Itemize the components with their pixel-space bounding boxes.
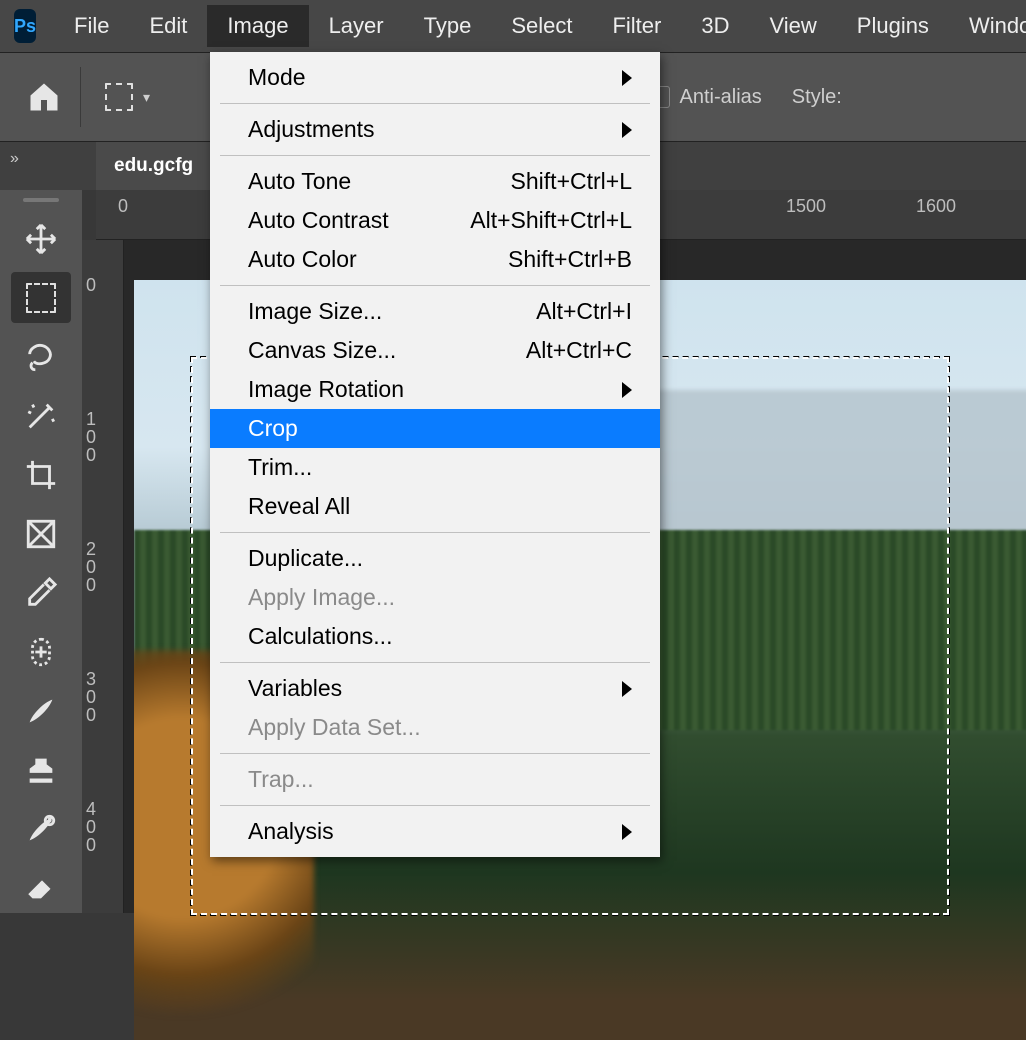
submenu-arrow-icon <box>622 70 632 86</box>
menu-crop[interactable]: Crop <box>210 409 660 448</box>
menu-3d[interactable]: 3D <box>681 5 749 47</box>
menu-view[interactable]: View <box>749 5 836 47</box>
ruler-h-tick: 0 <box>118 196 128 217</box>
magic-wand-tool[interactable] <box>11 390 71 441</box>
document-tab-label: edu.gcfg <box>114 155 193 177</box>
menu-trap: Trap... <box>210 760 660 799</box>
menu-separator <box>220 155 650 156</box>
ruler-h-tick: 1500 <box>786 196 826 217</box>
menu-edit[interactable]: Edit <box>129 5 207 47</box>
menu-mode[interactable]: Mode <box>210 58 660 97</box>
menu-image[interactable]: Image <box>207 5 308 47</box>
healing-brush-tool[interactable] <box>11 626 71 677</box>
menu-separator <box>220 805 650 806</box>
toolbar <box>0 190 82 913</box>
ruler-vertical: 0 100 200 300 400 <box>82 240 124 913</box>
submenu-arrow-icon <box>622 824 632 840</box>
menu-separator <box>220 103 650 104</box>
menu-type[interactable]: Type <box>404 5 492 47</box>
menu-layer[interactable]: Layer <box>309 5 404 47</box>
marquee-icon <box>105 83 133 111</box>
menu-select[interactable]: Select <box>491 5 592 47</box>
menu-trim[interactable]: Trim... <box>210 448 660 487</box>
submenu-arrow-icon <box>622 382 632 398</box>
image-menu-dropdown: Mode Adjustments Auto ToneShift+Ctrl+L A… <box>210 52 660 857</box>
menu-apply-data-set: Apply Data Set... <box>210 708 660 747</box>
document-tab[interactable]: edu.gcfg <box>96 142 211 190</box>
menu-separator <box>220 532 650 533</box>
menu-filter[interactable]: Filter <box>592 5 681 47</box>
menu-separator <box>220 662 650 663</box>
crop-tool[interactable] <box>11 449 71 500</box>
menu-image-size[interactable]: Image Size...Alt+Ctrl+I <box>210 292 660 331</box>
ruler-v-tick: 400 <box>86 800 96 854</box>
menu-duplicate[interactable]: Duplicate... <box>210 539 660 578</box>
frame-tool[interactable] <box>11 508 71 559</box>
rectangular-marquee-tool[interactable] <box>11 272 71 323</box>
menu-separator <box>220 285 650 286</box>
style-label: Style: <box>792 86 842 109</box>
eyedropper-tool[interactable] <box>11 567 71 618</box>
menu-canvas-size[interactable]: Canvas Size...Alt+Ctrl+C <box>210 331 660 370</box>
antialias-label: Anti-alias <box>680 86 762 109</box>
menu-reveal-all[interactable]: Reveal All <box>210 487 660 526</box>
chevron-down-icon: ▾ <box>143 89 150 106</box>
ruler-v-tick: 100 <box>86 410 96 464</box>
menubar: Ps File Edit Image Layer Type Select Fil… <box>0 0 1026 52</box>
submenu-arrow-icon <box>622 122 632 138</box>
menu-adjustments[interactable]: Adjustments <box>210 110 660 149</box>
menu-apply-image: Apply Image... <box>210 578 660 617</box>
ruler-h-tick: 1600 <box>916 196 956 217</box>
ruler-v-tick: 0 <box>86 276 96 294</box>
menu-file[interactable]: File <box>54 5 129 47</box>
menu-auto-contrast[interactable]: Auto ContrastAlt+Shift+Ctrl+L <box>210 201 660 240</box>
menu-calculations[interactable]: Calculations... <box>210 617 660 656</box>
menu-auto-color[interactable]: Auto ColorShift+Ctrl+B <box>210 240 660 279</box>
menu-plugins[interactable]: Plugins <box>837 5 949 47</box>
lasso-tool[interactable] <box>11 331 71 382</box>
menu-variables[interactable]: Variables <box>210 669 660 708</box>
menu-image-rotation[interactable]: Image Rotation <box>210 370 660 409</box>
ruler-v-tick: 200 <box>86 540 96 594</box>
home-button[interactable] <box>14 67 74 127</box>
eraser-tool[interactable] <box>11 862 71 913</box>
home-icon <box>26 79 62 115</box>
menu-separator <box>220 753 650 754</box>
menu-analysis[interactable]: Analysis <box>210 812 660 851</box>
move-tool[interactable] <box>11 213 71 264</box>
menu-auto-tone[interactable]: Auto ToneShift+Ctrl+L <box>210 162 660 201</box>
submenu-arrow-icon <box>622 681 632 697</box>
history-brush-tool[interactable] <box>11 803 71 854</box>
expand-panels-icon[interactable]: » <box>10 150 19 168</box>
tool-preset[interactable]: ▾ <box>105 83 150 111</box>
toolbar-grip[interactable] <box>23 194 59 205</box>
ruler-v-tick: 300 <box>86 670 96 724</box>
app-logo: Ps <box>14 9 36 43</box>
clone-stamp-tool[interactable] <box>11 744 71 795</box>
brush-tool[interactable] <box>11 685 71 736</box>
menu-window[interactable]: Window <box>949 5 1026 47</box>
